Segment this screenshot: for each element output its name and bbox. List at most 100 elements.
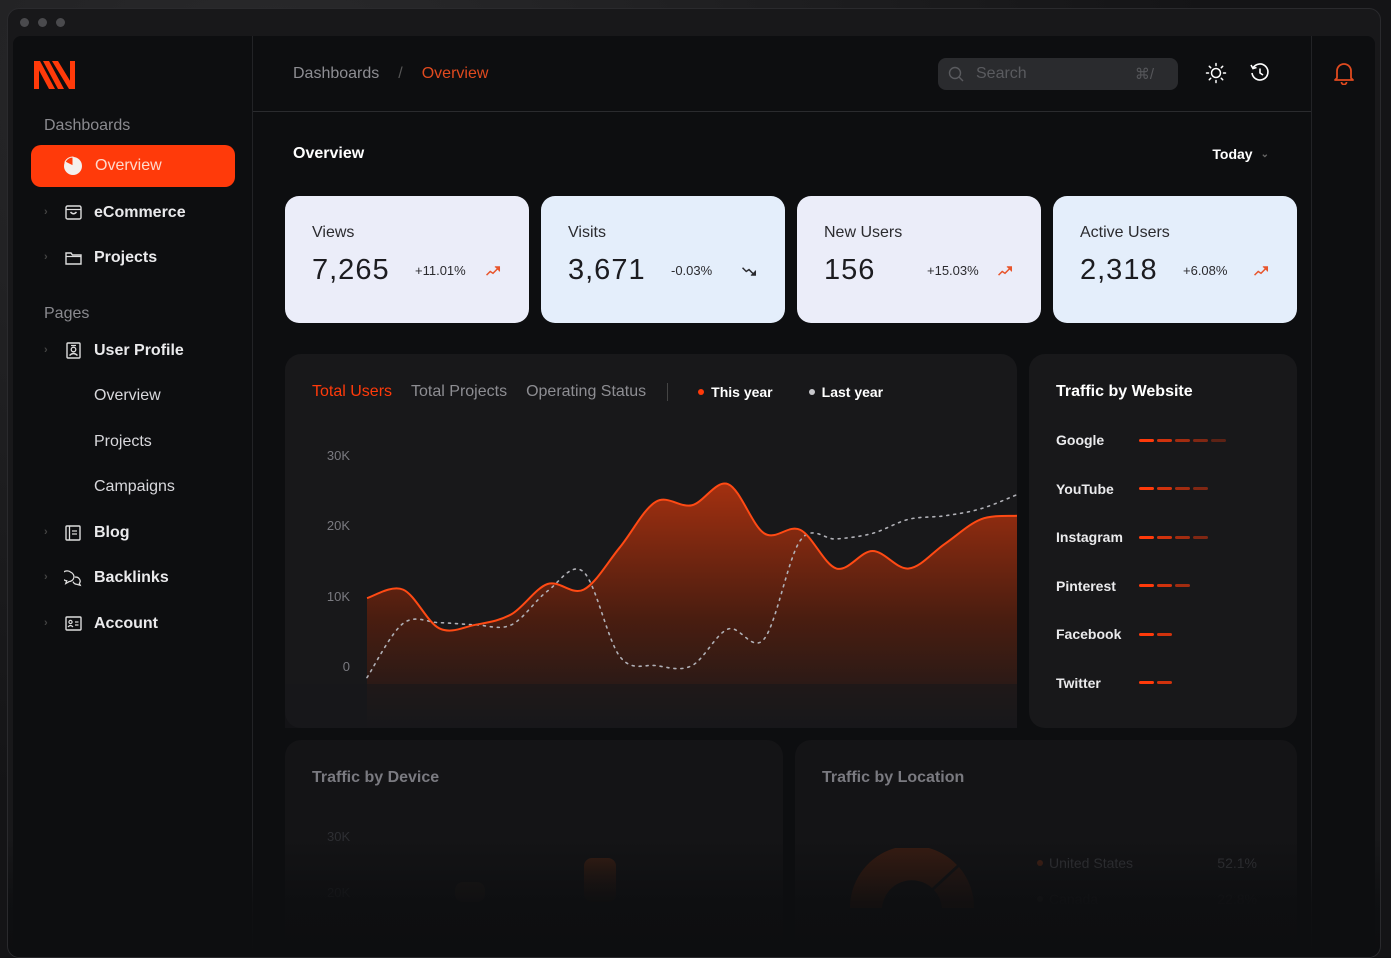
level-bar xyxy=(1139,633,1154,636)
sidebar-subitem-overview[interactable]: Overview xyxy=(13,374,252,420)
chevron-right-icon[interactable]: › xyxy=(44,344,48,356)
overview-header: Overview Today ⌄ xyxy=(285,112,1311,196)
top-bar: Dashboards / Overview Search ⌘/ xyxy=(253,36,1311,112)
breadcrumb-dashboards[interactable]: Dashboards xyxy=(293,65,379,83)
chart-bottom-fade xyxy=(285,684,1017,728)
chevron-right-icon[interactable]: › xyxy=(44,206,48,218)
level-bar xyxy=(1175,487,1190,490)
breadcrumb-separator: / xyxy=(398,65,402,83)
chevron-right-icon[interactable]: › xyxy=(44,526,48,538)
sidebar-item-blog[interactable]: › Blog xyxy=(13,510,252,556)
panel-title: Traffic by Location xyxy=(822,769,964,787)
location-donut-chart xyxy=(847,848,977,908)
date-range-value: Today xyxy=(1212,146,1252,162)
panel-title: Traffic by Device xyxy=(312,769,439,787)
y-tick: 20K xyxy=(327,885,350,900)
breadcrumb: Dashboards / Overview xyxy=(293,65,488,83)
trend-up-icon xyxy=(1253,265,1269,277)
date-range-dropdown[interactable]: Today ⌄ xyxy=(1212,146,1269,162)
folder-icon xyxy=(64,249,82,267)
users-area-chart xyxy=(285,354,1017,728)
page-title: Overview xyxy=(293,145,364,163)
legend-dot xyxy=(1037,860,1043,866)
sidebar-item-ecommerce[interactable]: › eCommerce xyxy=(13,190,252,236)
device-bar xyxy=(455,882,485,902)
overview-content: Overview Today ⌄ Views 7,265 +11.01% Vis… xyxy=(253,112,1311,323)
stat-card-views[interactable]: Views 7,265 +11.01% xyxy=(285,196,529,323)
sidebar: Dashboards Overview › eCommerce › xyxy=(13,36,253,958)
stat-value: 7,265 xyxy=(312,254,415,287)
traffic-by-location-panel: Traffic by Location United States 52.1% … xyxy=(795,740,1297,958)
website-name: Google xyxy=(1056,432,1139,448)
brand-logo[interactable] xyxy=(33,58,77,92)
level-bar xyxy=(1175,439,1190,442)
sidebar-subitem-campaigns[interactable]: Campaigns xyxy=(13,465,252,511)
website-row[interactable]: YouTube xyxy=(1056,481,1208,497)
website-row[interactable]: Twitter xyxy=(1056,675,1172,691)
sidebar-item-account[interactable]: › Account xyxy=(13,601,252,647)
stat-row: 7,265 +11.01% xyxy=(312,254,529,287)
stat-label: Active Users xyxy=(1080,224,1297,242)
level-bar xyxy=(1193,487,1208,490)
website-level xyxy=(1139,536,1208,539)
notebook-icon xyxy=(64,524,82,542)
stat-change: +11.01% xyxy=(415,263,485,278)
pie-chart-icon xyxy=(63,156,83,176)
stat-value: 3,671 xyxy=(568,254,671,287)
window-close-button[interactable] xyxy=(20,18,29,27)
location-percent: 22.8% xyxy=(1217,891,1257,907)
chevron-right-icon[interactable]: › xyxy=(44,251,48,263)
chevron-right-icon[interactable]: › xyxy=(44,617,48,629)
sidebar-subitem-projects[interactable]: Projects xyxy=(13,419,252,465)
level-bar xyxy=(1157,439,1172,442)
sidebar-item-user-profile[interactable]: › User Profile xyxy=(13,328,252,374)
chevron-right-icon[interactable]: › xyxy=(44,571,48,583)
legend-dot xyxy=(1037,896,1043,902)
chevron-down-icon: ⌄ xyxy=(1261,149,1269,160)
location-row: United States 52.1% xyxy=(1037,855,1257,871)
website-name: Facebook xyxy=(1056,626,1139,642)
website-name: YouTube xyxy=(1056,481,1139,497)
website-level xyxy=(1139,487,1208,490)
sidebar-item-projects[interactable]: › Projects xyxy=(13,236,252,282)
stat-change: +6.08% xyxy=(1183,263,1253,278)
website-name: Pinterest xyxy=(1056,578,1139,594)
stat-card-new-users[interactable]: New Users 156 +15.03% xyxy=(797,196,1041,323)
website-row[interactable]: Facebook xyxy=(1056,626,1172,642)
panel-title: Traffic by Website xyxy=(1056,383,1193,401)
stat-label: Views xyxy=(312,224,529,242)
stat-card-active-users[interactable]: Active Users 2,318 +6.08% xyxy=(1053,196,1297,323)
window-minimize-button[interactable] xyxy=(38,18,47,27)
stat-card-visits[interactable]: Visits 3,671 -0.03% xyxy=(541,196,785,323)
id-card-icon xyxy=(64,615,82,633)
level-bar xyxy=(1193,439,1208,442)
breadcrumb-overview[interactable]: Overview xyxy=(422,65,489,83)
level-bar xyxy=(1157,487,1172,490)
website-level xyxy=(1139,439,1226,442)
bell-icon[interactable] xyxy=(1333,61,1355,85)
level-bar xyxy=(1157,536,1172,539)
traffic-by-website-panel: Traffic by Website Google YouTube Instagra… xyxy=(1029,354,1297,728)
sun-icon[interactable] xyxy=(1205,62,1227,84)
website-row[interactable]: Google xyxy=(1056,432,1226,448)
level-bar xyxy=(1211,439,1226,442)
sidebar-item-backlinks[interactable]: › Backlinks xyxy=(13,556,252,602)
search-shortcut: ⌘/ xyxy=(1135,65,1154,83)
stat-row: 3,671 -0.03% xyxy=(568,254,785,287)
sidebar-item-label: Blog xyxy=(94,524,130,542)
search-input[interactable]: Search ⌘/ xyxy=(938,58,1178,90)
website-row[interactable]: Instagram xyxy=(1056,529,1208,545)
location-country: United States xyxy=(1049,855,1217,871)
sidebar-item-label: eCommerce xyxy=(94,204,186,222)
website-row[interactable]: Pinterest xyxy=(1056,578,1190,594)
level-bar xyxy=(1157,681,1172,684)
window-maximize-button[interactable] xyxy=(56,18,65,27)
section-label-dashboards: Dashboards xyxy=(44,117,252,135)
sidebar-item-overview[interactable]: Overview xyxy=(31,145,235,187)
trend-up-icon xyxy=(485,265,501,277)
history-icon[interactable] xyxy=(1249,62,1271,84)
level-bar xyxy=(1157,584,1172,587)
level-bar xyxy=(1175,584,1190,587)
sidebar-item-label: User Profile xyxy=(94,342,184,360)
stat-value: 156 xyxy=(824,254,927,287)
